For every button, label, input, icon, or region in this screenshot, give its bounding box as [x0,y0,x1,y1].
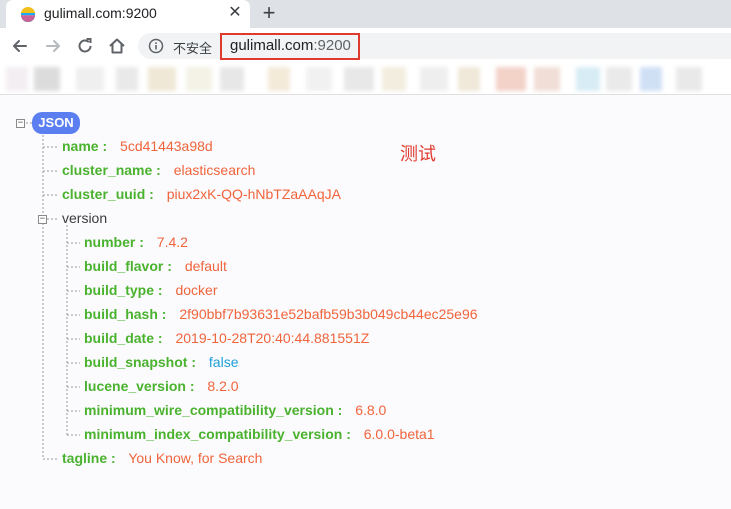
url-port: :9200 [313,37,351,54]
json-colon: : [337,402,343,418]
collapse-root-toggle[interactable]: − [16,119,25,128]
json-key: build_snapshot [84,354,188,370]
collapse-version-toggle[interactable]: − [38,215,47,224]
json-key: build_hash [84,306,158,322]
json-row-cluster-name: cluster_name : elasticsearch [62,162,255,180]
url-host: gulimall.com [230,37,314,54]
json-colon: : [161,306,167,322]
json-row-minimum-wire-compatibility-version: minimum_wire_compatibility_version : 6.8… [84,402,386,420]
json-key: build_date [84,330,155,346]
json-value: default [184,258,227,274]
elastic-favicon-icon [21,6,35,22]
json-value: piux2xK-QQ-hNbTZaAAqJA [166,186,341,202]
json-colon: : [111,450,116,466]
json-colon: : [102,138,108,154]
json-row-build-hash: build_hash : 2f90bbf7b93631e52bafb59b3b0… [84,306,478,324]
close-icon[interactable]: ✕ [227,4,243,22]
json-colon: : [139,234,144,250]
reload-icon[interactable] [75,36,95,56]
json-colon: : [189,378,195,394]
json-colon: : [346,426,351,442]
tree-guide-lines [26,122,80,460]
bookmarks-bar [0,64,731,94]
json-key: minimum_index_compatibility_version [84,426,343,442]
json-key: name [62,138,99,154]
json-group-version[interactable]: version [62,210,107,228]
json-colon: : [191,354,197,370]
json-row-name: name : 5cd41443a98d [62,138,213,156]
browser-toolbar: 不安全 gulimall.com:9200 [0,28,731,64]
browser-tab[interactable]: gulimall.com:9200 ✕ [6,0,250,28]
json-value: 2f90bbf7b93631e52bafb59b3b049cb44ec25e96 [179,306,478,322]
json-colon: : [167,258,172,274]
json-key: build_type [84,282,155,298]
json-row-lucene-version: lucene_version : 8.2.0 [84,378,239,396]
home-icon[interactable] [107,36,127,56]
json-row-tagline: tagline : You Know, for Search [62,450,262,468]
json-root-badge[interactable]: JSON [32,112,80,134]
tab-strip: gulimall.com:9200 ✕ + [0,0,731,28]
new-tab-button[interactable]: + [258,2,280,24]
annotation-text: 测试 [400,144,436,165]
json-value: docker [175,282,218,298]
json-row-build-flavor: build_flavor : default [84,258,227,276]
json-value: 6.0.0-beta1 [363,426,435,442]
json-key: lucene_version [84,378,186,394]
json-value: 8.2.0 [207,378,239,394]
json-value: 6.8.0 [355,402,387,418]
json-key: cluster_name [62,162,153,178]
json-key: build_flavor [84,258,164,274]
json-colon: : [157,282,163,298]
json-value: 2019-10-28T20:40:44.881551Z [175,330,370,346]
json-group-label: version [62,210,108,226]
json-key: tagline [62,450,108,466]
url-text[interactable]: gulimall.com:9200 [230,37,351,54]
arrow-left-icon[interactable] [10,36,30,56]
blurred-bookmarks [6,67,731,91]
json-value: 5cd41443a98d [120,138,213,154]
json-row-build-date: build_date : 2019-10-28T20:40:44.881551Z [84,330,369,348]
json-row-minimum-index-compatibility-version: minimum_index_compatibility_version : 6.… [84,426,435,444]
json-colon: : [157,330,163,346]
json-viewer: − JSON 测试 name : 5cd41443a98d cluster_na… [0,95,731,509]
json-row-build-snapshot: build_snapshot : false [84,354,238,372]
json-key: minimum_wire_compatibility_version [84,402,334,418]
json-row-cluster-uuid: cluster_uuid : piux2xK-QQ-hNbTZaAAqJA [62,186,341,204]
json-value: 7.4.2 [156,234,188,250]
json-value: false [208,354,239,370]
security-label[interactable]: 不安全 [173,38,212,57]
json-row-number: number : 7.4.2 [84,234,188,252]
info-icon[interactable] [148,38,164,54]
json-value: You Know, for Search [128,450,263,466]
json-value: elasticsearch [173,162,256,178]
json-key: number [84,234,136,250]
json-colon: : [149,186,154,202]
arrow-right-icon[interactable] [43,36,63,56]
json-key: cluster_uuid [62,186,146,202]
json-row-build-type: build_type : docker [84,282,218,300]
json-colon: : [156,162,161,178]
tab-title: gulimall.com:9200 [44,5,157,21]
address-bar[interactable]: 不安全 gulimall.com:9200 [138,33,731,60]
url-highlight-box[interactable]: gulimall.com:9200 [220,33,360,60]
